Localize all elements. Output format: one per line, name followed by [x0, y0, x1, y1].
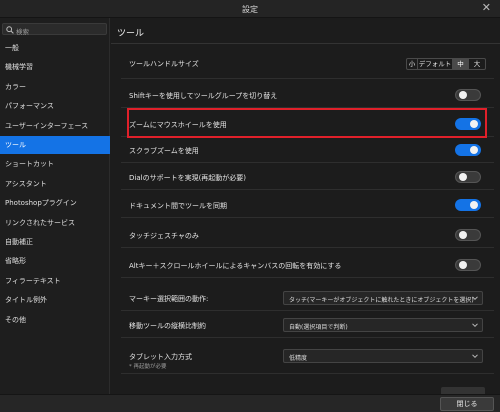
row-divider — [121, 373, 494, 374]
dropdown-select[interactable]: 低精度 — [283, 349, 483, 363]
search-input[interactable]: 検索 — [2, 23, 107, 36]
toggle-label: Shiftキーを使用してツールグループを切り替え — [129, 92, 278, 100]
chevron-down-icon — [472, 323, 478, 328]
bottom-bar: 閉じる — [0, 394, 500, 412]
sidebar-item[interactable]: 自動補正 — [0, 233, 110, 251]
close-window-icon[interactable]: ✕ — [482, 2, 491, 14]
dropdown-value: タッチ(マーキーがオブジェクトに触れたときにオブジェクトを選択) — [289, 297, 474, 304]
toggle-knob — [459, 261, 467, 269]
toggle-label: Altキー＋スクロールホイールによるキャンバスの回転を有効にする — [129, 262, 342, 270]
toggle-label: ドキュメント間でツールを同期 — [129, 202, 227, 210]
chevron-down-icon — [472, 354, 478, 359]
toggle-knob — [459, 91, 467, 99]
sidebar-item[interactable]: フィラーテキスト — [0, 272, 110, 290]
close-button[interactable]: 閉じる — [440, 397, 494, 411]
chevron-down-icon — [472, 296, 478, 301]
sidebar-item[interactable]: ショートカット — [0, 155, 110, 173]
sidebar: 検索 一般 機械学習カラー パフォーマンス ユーザーインターフェース ツール ショートカッ… — [0, 18, 110, 394]
toggle-switch[interactable] — [455, 144, 481, 156]
size-option-small[interactable]: 小 — [407, 59, 418, 69]
row-divider — [121, 162, 494, 163]
toggle-label: タッチジェスチャのみ — [129, 232, 199, 240]
highlight-box — [127, 108, 487, 138]
window-title: 設定 — [242, 5, 258, 14]
toggle-switch[interactable] — [455, 199, 481, 211]
size-option-medium[interactable]: 中 — [453, 59, 469, 69]
dropdown-label: タブレット入力方式 — [129, 353, 192, 361]
sidebar-item[interactable]: 一般 — [0, 39, 110, 57]
toggle-switch[interactable] — [455, 171, 481, 183]
toggle-knob — [459, 231, 467, 239]
sidebar-item[interactable]: アシスタント — [0, 175, 110, 193]
row-divider — [121, 337, 494, 338]
row-divider — [121, 277, 494, 278]
dropdown-value: 自動(選択項目で判断) — [289, 324, 348, 331]
toggle-switch[interactable] — [455, 229, 481, 241]
toggle-knob — [470, 201, 478, 209]
sidebar-item[interactable]: Photoshopプラグイン — [0, 194, 110, 212]
toggle-label: スクラブズームを使用 — [129, 147, 199, 155]
dropdown-label: マーキー選択範囲の動作: — [129, 295, 209, 303]
sidebar-item[interactable]: 機械学習 — [0, 58, 110, 76]
dropdown-sublabel: * 再起動が必要 — [129, 364, 167, 370]
toggle-knob — [470, 146, 478, 154]
page-title: ツール — [117, 29, 145, 39]
sidebar-item[interactable]: タイトル例外 — [0, 291, 110, 309]
toggle-switch[interactable] — [455, 89, 481, 101]
dropdown-label: 移動ツールの縦横比制約 — [129, 322, 206, 330]
sidebar-item[interactable]: ユーザーインターフェース — [0, 117, 110, 135]
dropdown-select[interactable]: 自動(選択項目で判断) — [283, 318, 483, 332]
tool-handle-size-selector[interactable]: 小 デフォルト 中 大 — [406, 58, 486, 70]
toggle-switch[interactable] — [455, 259, 481, 271]
title-bar: 設定 ✕ — [0, 0, 500, 18]
search-placeholder: 検索 — [16, 28, 29, 36]
row-divider — [121, 217, 494, 218]
row-divider — [121, 189, 494, 190]
row-divider — [121, 310, 494, 311]
partial-control[interactable] — [441, 387, 485, 394]
toggle-knob — [459, 173, 467, 181]
size-option-default[interactable]: デフォルト — [418, 59, 453, 69]
size-option-large[interactable]: 大 — [469, 59, 485, 69]
sidebar-item[interactable]: リンクされたサービス — [0, 214, 110, 232]
title-divider — [111, 43, 500, 44]
tool-handle-size-label: ツールハンドルサイズ — [129, 60, 199, 68]
row-divider — [121, 78, 494, 79]
row-divider — [121, 247, 494, 248]
dropdown-select[interactable]: タッチ(マーキーがオブジェクトに触れたときにオブジェクトを選択) — [283, 291, 483, 305]
sidebar-item[interactable]: パフォーマンス — [0, 97, 110, 115]
sidebar-item[interactable]: ツール — [0, 136, 110, 154]
dropdown-value: 低精度 — [289, 355, 308, 362]
sidebar-item[interactable]: その他 — [0, 311, 110, 329]
sidebar-item[interactable]: 省略形 — [0, 252, 110, 270]
search-icon — [6, 26, 14, 34]
settings-panel: ツール ツールハンドルサイズ 小 デフォルト 中 大 Shiftキーを使用してツ… — [111, 18, 500, 394]
toggle-label: Dialのサポートを実現(再起動が必要) — [129, 174, 247, 182]
sidebar-item[interactable]: カラー — [0, 78, 110, 96]
